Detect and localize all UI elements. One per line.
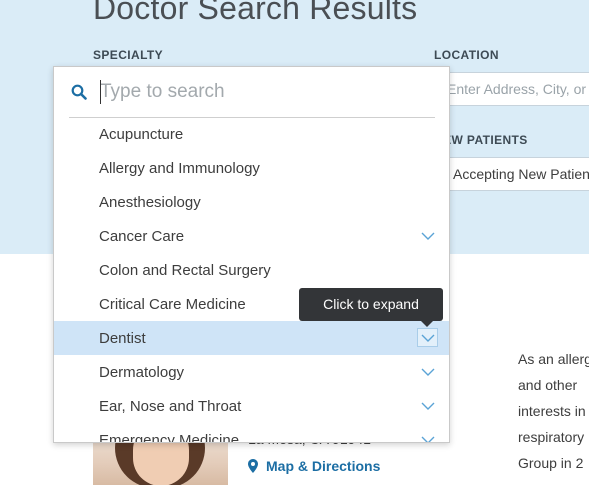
specialty-item-label: Critical Care Medicine <box>99 296 246 313</box>
bio-line: and other <box>518 377 578 393</box>
expand-tooltip: Click to expand <box>299 288 443 327</box>
chevron-down-icon[interactable] <box>420 432 436 443</box>
map-directions-link[interactable]: Map & Directions <box>248 458 380 474</box>
specialty-item-label: Ear, Nose and Throat <box>99 398 242 415</box>
bio-line: Group in 2 <box>518 455 584 471</box>
specialty-item[interactable]: Colon and Rectal Surgery <box>54 253 449 287</box>
specialty-item-label: Emergency Medicine <box>99 432 240 443</box>
specialty-item-label: Dermatology <box>99 364 185 381</box>
specialty-list: Acupuncture Allergy and Immunology Anest… <box>54 117 449 443</box>
bio-line: respiratory <box>518 429 585 445</box>
specialty-label: SPECIALTY <box>93 48 164 62</box>
search-icon <box>71 84 87 100</box>
specialty-search-input[interactable] <box>100 79 420 105</box>
location-label: LOCATION <box>434 48 499 62</box>
page-title: Doctor Search Results <box>93 0 418 26</box>
specialty-item-label: Allergy and Immunology <box>99 160 260 177</box>
chevron-down-icon[interactable] <box>420 398 436 414</box>
bio-line: As an allergist <box>518 351 589 367</box>
specialty-item-label: Cancer Care <box>99 228 185 245</box>
chevron-down-icon[interactable] <box>420 330 436 346</box>
specialty-item-label: Dentist <box>99 330 146 347</box>
specialty-item[interactable]: Acupuncture <box>54 117 449 151</box>
specialty-item-label: Colon and Rectal Surgery <box>99 262 271 279</box>
chevron-down-icon[interactable] <box>420 364 436 380</box>
new-patients-select[interactable]: Accepting New Patients <box>434 157 589 191</box>
doctor-bio: As an allergist and other interests in r… <box>518 346 589 476</box>
specialty-item[interactable]: Dermatology <box>54 355 449 389</box>
specialty-dropdown[interactable]: Acupuncture Allergy and Immunology Anest… <box>53 66 450 443</box>
chevron-down-icon[interactable] <box>420 228 436 244</box>
specialty-item[interactable]: Ear, Nose and Throat <box>54 389 449 423</box>
specialty-item-highlighted[interactable]: Dentist <box>54 321 449 355</box>
map-directions-label: Map & Directions <box>266 458 381 474</box>
specialty-item[interactable]: Cancer Care <box>54 219 449 253</box>
location-input[interactable]: Enter Address, City, or Zip <box>434 72 589 106</box>
bio-line: interests in <box>518 403 586 419</box>
specialty-item[interactable]: Anesthesiology <box>54 185 449 219</box>
specialty-item-label: Acupuncture <box>99 126 184 143</box>
specialty-item[interactable]: Emergency Medicine <box>54 423 449 443</box>
map-pin-icon <box>248 459 258 473</box>
text-cursor <box>100 80 101 104</box>
dropdown-search <box>69 67 435 118</box>
specialty-item[interactable]: Allergy and Immunology <box>54 151 449 185</box>
specialty-item-label: Anesthesiology <box>99 194 201 211</box>
